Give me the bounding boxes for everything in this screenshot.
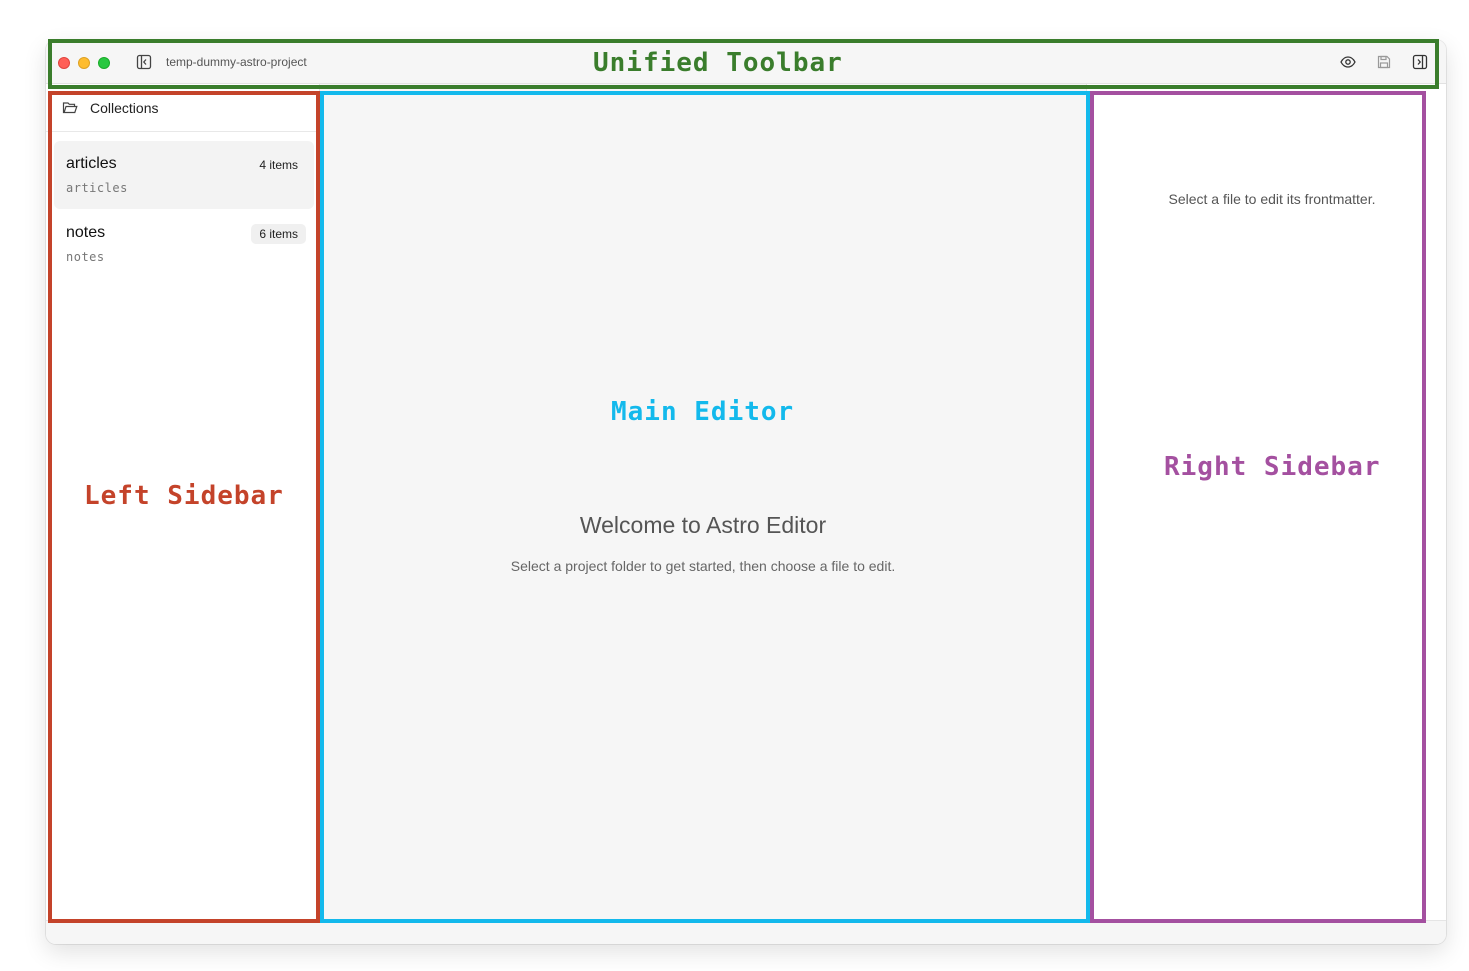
maximize-window-button[interactable] (98, 57, 110, 69)
project-name: temp-dummy-astro-project (166, 55, 307, 69)
welcome-title: Welcome to Astro Editor (579, 512, 827, 538)
collections-title: Collections (90, 99, 159, 116)
annotation-main-label: Main Editor (611, 397, 795, 427)
collection-item-notes[interactable]: notes notes 6 items (54, 210, 314, 278)
main-editor[interactable]: Welcome to Astro Editor Select a project… (320, 84, 1086, 920)
collection-path: articles (66, 181, 128, 195)
annotation-toolbar-label: Unified Toolbar (593, 48, 843, 78)
save-icon[interactable] (1376, 54, 1392, 70)
eye-icon[interactable] (1340, 54, 1356, 70)
close-window-button[interactable] (58, 57, 70, 69)
sidebar-right-toggle-icon[interactable] (1412, 54, 1428, 70)
annotation-left-label: Left Sidebar (84, 481, 284, 511)
annotation-right-label: Right Sidebar (1164, 452, 1381, 482)
right-sidebar: Select a file to edit its frontmatter. (1086, 84, 1426, 920)
collection-count-badge: 4 items (259, 158, 298, 172)
folder-open-icon (62, 101, 78, 113)
collection-path: notes (66, 250, 105, 264)
minimize-window-button[interactable] (78, 57, 90, 69)
collection-count-badge: 6 items (251, 224, 306, 244)
collections-header: Collections (46, 84, 319, 132)
sidebar-left-toggle-icon[interactable] (136, 54, 152, 70)
collection-item-articles[interactable]: articles articles 4 items (54, 141, 314, 209)
frontmatter-hint: Select a file to edit its frontmatter. (1168, 191, 1376, 207)
status-bar (46, 920, 1446, 944)
welcome-subtitle: Select a project folder to get started, … (510, 558, 896, 574)
